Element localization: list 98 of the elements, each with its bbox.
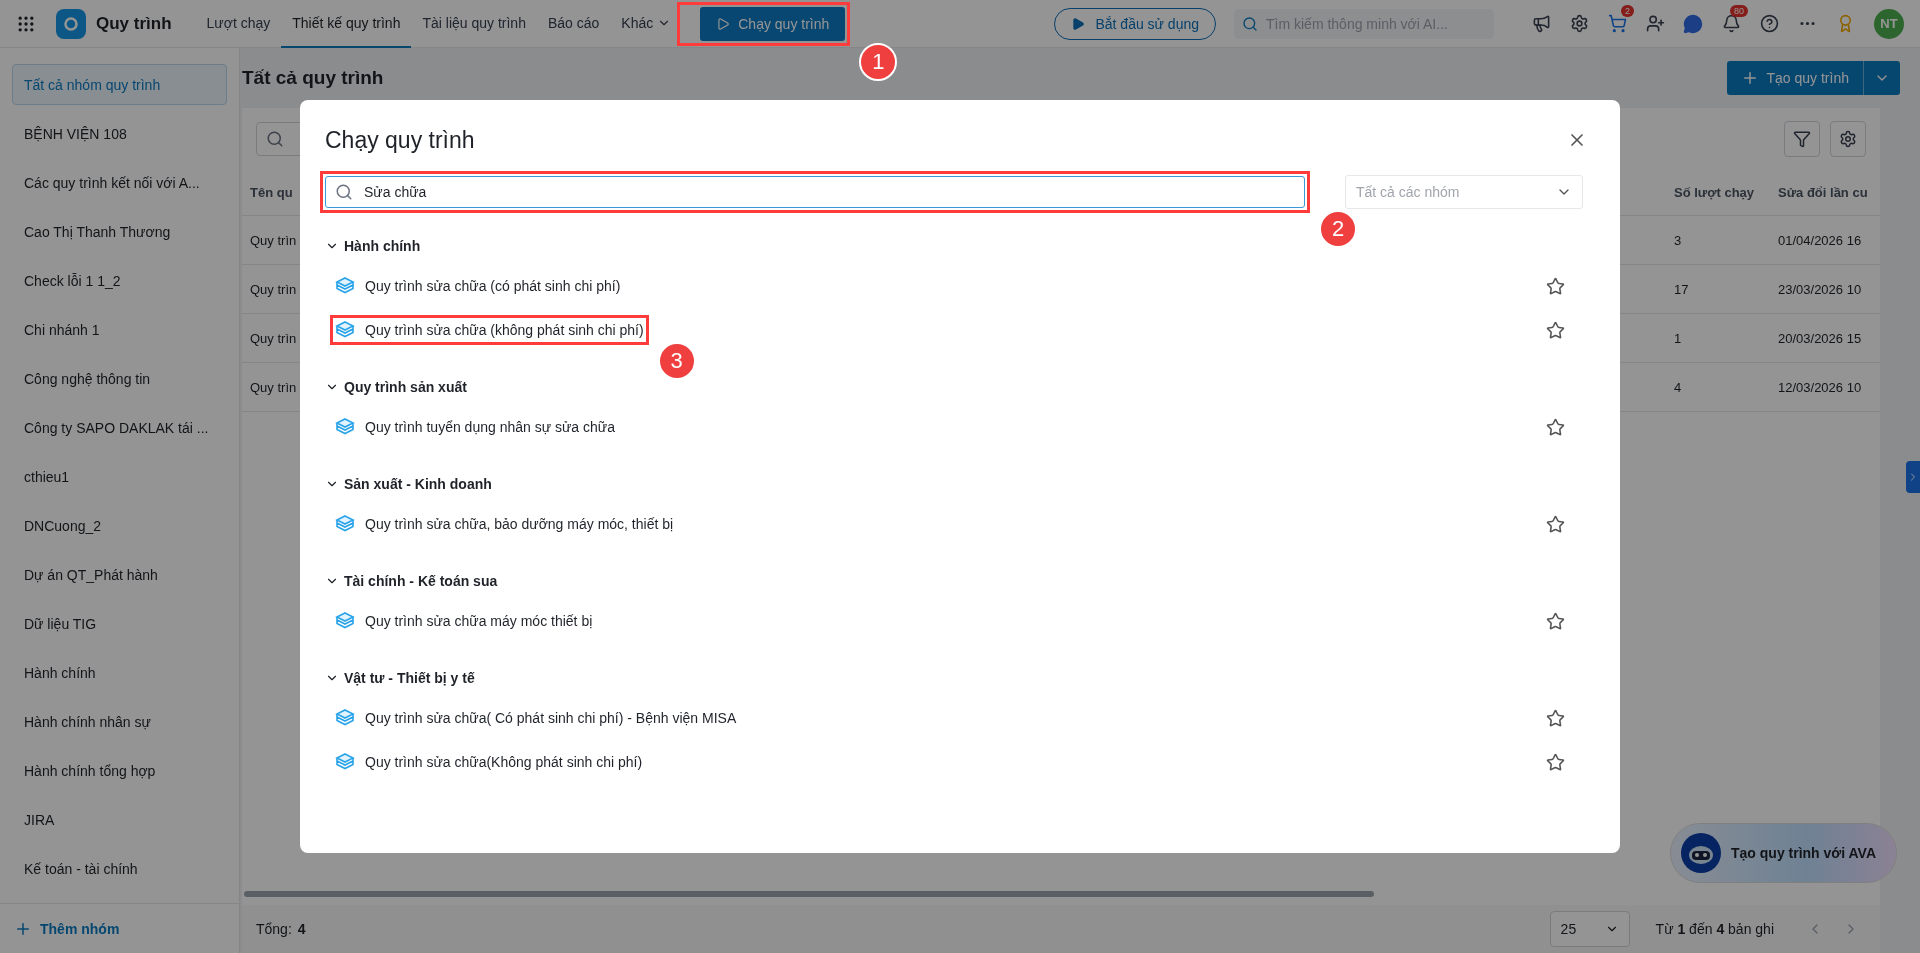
group-item[interactable]: Công ty SAPO DAKLAK tái ... xyxy=(12,407,227,448)
star-icon[interactable] xyxy=(1546,708,1565,728)
step-number: 3 xyxy=(657,342,696,380)
play-icon xyxy=(1071,16,1086,31)
record-range: Từ 1 đến 4 bản ghi xyxy=(1655,921,1774,937)
group-name: Vật tư - Thiết bị y tế xyxy=(344,670,475,686)
dialog-title: Chạy quy trình xyxy=(325,126,475,154)
get-started-button[interactable]: Bắt đầu sử dụng xyxy=(1054,7,1216,40)
group-item[interactable]: Dữ liệu TIG xyxy=(12,603,227,644)
table-cell: 4 xyxy=(1674,379,1682,395)
nav-tab[interactable]: Lượt chạy xyxy=(195,0,282,48)
process-search-field[interactable]: Sửa chữa xyxy=(325,176,1305,208)
step-number: 2 xyxy=(1319,210,1357,248)
group-item[interactable]: Hành chính nhân sự xyxy=(12,701,227,742)
step-number: 1 xyxy=(859,42,898,81)
table-cell: Quy trìn xyxy=(250,379,297,395)
group-item[interactable]: Cao Thị Thanh Thương xyxy=(12,211,227,252)
process-name[interactable]: Quy trình sửa chữa(Không phát sinh chi phí) xyxy=(365,754,643,770)
star-icon[interactable] xyxy=(1546,276,1565,296)
group-item[interactable]: Check lỗi 1 1_2 xyxy=(12,260,227,301)
group-item[interactable]: BỆNH VIỆN 108 xyxy=(12,113,227,154)
process-name[interactable]: Quy trình sửa chữa (có phát sinh chi phí) xyxy=(365,278,621,294)
ava-button[interactable]: Tạo quy trình với AVA xyxy=(1670,823,1898,883)
table-cell: Quy trìn xyxy=(250,281,297,297)
table-cell: 01/04/2026 16 xyxy=(1778,232,1862,248)
group-name: Sản xuất - Kinh doanh xyxy=(344,476,492,492)
page-title: Tất cả quy trình xyxy=(242,67,384,89)
megaphone-icon[interactable] xyxy=(1531,14,1551,33)
stacked-box-icon xyxy=(335,708,355,728)
robot-avatar-icon xyxy=(1681,833,1721,873)
total-label: Tổng: xyxy=(256,921,292,937)
stacked-box-icon xyxy=(335,276,355,296)
settings-icon[interactable] xyxy=(1569,14,1589,33)
table-cell: 1 xyxy=(1674,330,1682,346)
search-icon xyxy=(266,130,284,148)
add-user-icon[interactable] xyxy=(1645,14,1665,33)
star-icon[interactable] xyxy=(1546,611,1565,631)
group-name: Quy trình sản xuất xyxy=(344,379,467,395)
scrollbar[interactable] xyxy=(244,891,1374,897)
process-name[interactable]: Quy trình sửa chữa, bảo dưỡng máy móc, thiết bị xyxy=(365,516,674,532)
app-logo xyxy=(56,8,86,39)
bell-icon[interactable] xyxy=(1721,14,1741,33)
star-icon[interactable] xyxy=(1546,417,1565,437)
filter-button[interactable] xyxy=(1784,121,1820,157)
settings-button[interactable] xyxy=(1830,121,1866,157)
help-icon[interactable] xyxy=(1759,14,1779,33)
add-group-button[interactable]: Thêm nhóm xyxy=(0,903,239,953)
group-item[interactable]: DNCuong_2 xyxy=(12,505,227,546)
group-item[interactable]: Hành chính tổng hợp xyxy=(12,750,227,791)
table-cell: 23/03/2026 10 xyxy=(1778,281,1862,297)
group-item[interactable]: Hành chính xyxy=(12,652,227,693)
more-menu[interactable]: Khác xyxy=(610,0,683,48)
group-item[interactable]: Các quy trình kết nối với A... xyxy=(12,162,227,203)
star-icon[interactable] xyxy=(1546,320,1565,340)
table-cell: 20/03/2026 15 xyxy=(1778,330,1862,346)
stacked-box-icon xyxy=(335,514,355,534)
search-icon xyxy=(1242,15,1258,32)
app-name: Quy trình xyxy=(96,13,172,34)
group-name: Tài chính - Kế toán sua xyxy=(344,573,498,589)
group-item[interactable]: Kế toán - tài chính xyxy=(12,848,227,889)
page-size-select[interactable]: 25 xyxy=(1549,911,1630,947)
table-cell: Quy trìn xyxy=(250,330,297,346)
stacked-box-icon xyxy=(335,611,355,631)
stacked-box-icon xyxy=(335,752,355,772)
process-name[interactable]: Quy trình sửa chữa máy móc thiết bị xyxy=(365,613,593,629)
process-name[interactable]: Quy trình sửa chữa (không phát sinh chi phí) xyxy=(365,322,644,338)
process-name[interactable]: Quy trình tuyển dụng nhân sự sửa chữa xyxy=(365,419,615,435)
table-cell: 12/03/2026 10 xyxy=(1778,379,1862,395)
settings-icon xyxy=(1839,130,1857,148)
chat-icon[interactable] xyxy=(1683,13,1703,34)
group-item[interactable]: cthieu1 xyxy=(12,456,227,497)
column-header: Sửa đổi lần cu xyxy=(1778,185,1868,200)
count-badge: 2 xyxy=(1621,4,1634,17)
table-cell: 3 xyxy=(1674,232,1682,248)
group-item[interactable]: Dự án QT_Phát hành xyxy=(12,554,227,595)
nav-tab[interactable]: Báo cáo xyxy=(536,0,611,48)
column-header: Số lượt chạy xyxy=(1674,185,1755,200)
run-process-button[interactable]: Chạy quy trình xyxy=(700,6,846,41)
table-cell: Quy trìn xyxy=(250,232,297,248)
count-badge: 80 xyxy=(1730,4,1748,17)
star-icon[interactable] xyxy=(1546,752,1565,772)
group-name: Hành chính xyxy=(344,238,421,254)
total-count: 4 xyxy=(297,921,306,937)
group-item[interactable]: Công nghệ thông tin xyxy=(12,358,227,399)
search-icon xyxy=(335,183,353,201)
filter-icon xyxy=(1793,130,1811,148)
column-header: Tên qu xyxy=(250,185,293,200)
stacked-box-icon xyxy=(335,417,355,437)
play-icon xyxy=(716,16,731,31)
nav-tab[interactable]: Thiết kế quy trình xyxy=(281,0,412,48)
nav-tab[interactable]: Tài liệu quy trình xyxy=(411,0,537,48)
cart-icon[interactable] xyxy=(1607,14,1627,33)
table-cell: 17 xyxy=(1674,281,1689,297)
group-item[interactable]: JIRA xyxy=(12,799,227,840)
process-name[interactable]: Quy trình sửa chữa( Có phát sinh chi phí) - Bệnh viện MISA xyxy=(365,710,737,726)
star-icon[interactable] xyxy=(1546,514,1565,534)
group-item[interactable]: Chi nhánh 1 xyxy=(12,309,227,350)
stacked-box-icon xyxy=(335,320,355,340)
